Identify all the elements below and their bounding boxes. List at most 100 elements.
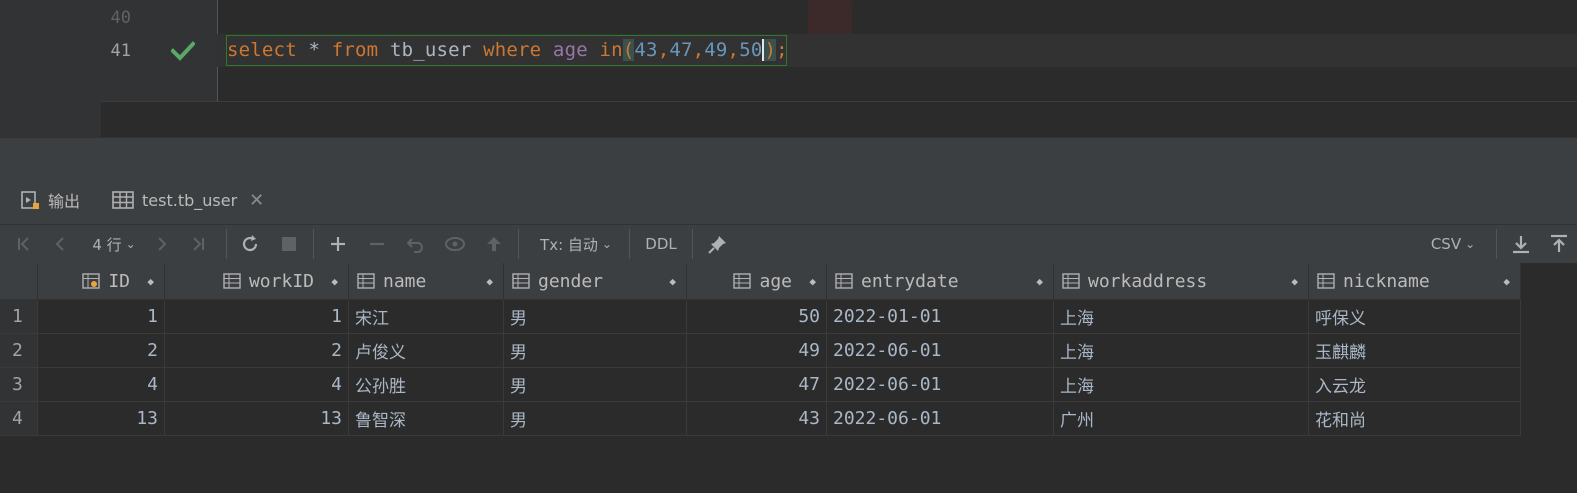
code-number: 49 — [704, 39, 728, 61]
row-number: 3 — [0, 368, 38, 402]
add-row-icon[interactable] — [326, 231, 350, 257]
toolbar-separator — [226, 229, 227, 259]
sort-icon[interactable]: ◆ — [486, 275, 493, 288]
tab-table-label: test.tb_user — [142, 190, 238, 210]
next-page-icon[interactable] — [150, 231, 174, 257]
sort-icon[interactable]: ◆ — [147, 275, 154, 288]
code-number: 47 — [669, 39, 693, 61]
ddl-button[interactable]: DDL — [643, 231, 679, 257]
keyword-select: select — [227, 39, 297, 61]
close-icon[interactable]: ✕ — [249, 190, 264, 211]
sort-icon[interactable]: ◆ — [1291, 275, 1298, 288]
last-page-icon[interactable] — [186, 231, 210, 257]
cell-id[interactable]: 13 — [38, 402, 165, 436]
sort-icon[interactable]: ◆ — [331, 275, 338, 288]
cell-entrydate[interactable]: 2022-06-01 — [827, 334, 1054, 368]
transaction-mode-dropdown[interactable]: Tx: 自动 ⌄ — [536, 231, 616, 257]
cell-id[interactable]: 2 — [38, 334, 165, 368]
cell-nickname[interactable]: 玉麒麟 — [1309, 334, 1521, 368]
column-header-nickname[interactable]: nickname ◆ — [1309, 263, 1521, 299]
cell-name[interactable]: 鲁智深 — [349, 402, 504, 436]
cell-workid[interactable]: 4 — [165, 368, 349, 402]
cell-workaddress[interactable]: 上海 — [1054, 334, 1309, 368]
cell-name[interactable]: 公孙胜 — [349, 368, 504, 402]
cell-workaddress[interactable]: 上海 — [1054, 368, 1309, 402]
export-format-dropdown[interactable]: CSV ⌄ — [1428, 231, 1478, 257]
cell-workid[interactable]: 2 — [165, 334, 349, 368]
column-label: gender — [538, 270, 604, 292]
row-count-label: 4 行 — [92, 235, 122, 254]
revert-icon[interactable] — [404, 231, 428, 257]
sort-icon[interactable]: ◆ — [669, 275, 676, 288]
column-icon — [223, 273, 241, 289]
chevron-down-icon: ⌄ — [125, 237, 136, 251]
column-icon — [1317, 273, 1335, 289]
cell-nickname[interactable]: 呼保义 — [1309, 300, 1521, 334]
preview-changes-icon[interactable] — [442, 231, 468, 257]
column-label: workID — [248, 270, 314, 292]
table-row[interactable]: 2 2 2 卢俊义 男 49 2022-06-01 上海 玉麒麟 — [0, 334, 1521, 368]
cell-id[interactable]: 4 — [38, 368, 165, 402]
column-header-age[interactable]: age ◆ — [687, 263, 827, 299]
cell-age[interactable]: 50 — [687, 300, 827, 334]
check-icon[interactable] — [171, 40, 195, 62]
cell-workaddress[interactable]: 上海 — [1054, 300, 1309, 334]
column-header-workid[interactable]: workID ◆ — [165, 263, 349, 299]
cell-age[interactable]: 49 — [687, 334, 827, 368]
delete-row-icon[interactable] — [365, 231, 389, 257]
cell-nickname[interactable]: 花和尚 — [1309, 402, 1521, 436]
column-header-workaddress[interactable]: workaddress ◆ — [1054, 263, 1309, 299]
cell-entrydate[interactable]: 2022-01-01 — [827, 300, 1054, 334]
code-column-age: age — [541, 39, 600, 61]
download-icon[interactable] — [1508, 231, 1534, 257]
column-header-gender[interactable]: gender ◆ — [504, 263, 687, 299]
cell-workaddress[interactable]: 广州 — [1054, 402, 1309, 436]
row-count-dropdown[interactable]: 4 行 ⌄ — [88, 231, 140, 257]
cell-name[interactable]: 宋江 — [349, 300, 504, 334]
toolbar-separator — [518, 229, 519, 259]
cell-workid[interactable]: 13 — [165, 402, 349, 436]
cell-age[interactable]: 43 — [687, 402, 827, 436]
code-line-41[interactable]: select * from tb_user where age in(43,47… — [227, 39, 788, 61]
column-icon — [835, 273, 853, 289]
pin-icon[interactable] — [705, 231, 731, 257]
cell-gender[interactable]: 男 — [504, 300, 687, 334]
row-number-header — [0, 263, 38, 299]
cell-gender[interactable]: 男 — [504, 368, 687, 402]
panel-tabbar: 输出 test.tb_user ✕ — [0, 182, 1577, 262]
cell-entrydate[interactable]: 2022-06-01 — [827, 402, 1054, 436]
code-semicolon: ; — [776, 39, 788, 61]
column-header-name[interactable]: name ◆ — [349, 263, 504, 299]
column-label: name — [383, 270, 427, 292]
column-header-entrydate[interactable]: entrydate ◆ — [827, 263, 1054, 299]
first-page-icon[interactable] — [12, 231, 36, 257]
previous-page-icon[interactable] — [48, 231, 72, 257]
row-number: 2 — [0, 334, 38, 368]
table-row[interactable]: 4 13 13 鲁智深 男 43 2022-06-01 广州 花和尚 — [0, 402, 1521, 436]
sort-icon[interactable]: ◆ — [809, 275, 816, 288]
code-comma: , — [657, 39, 670, 61]
refresh-icon[interactable] — [237, 231, 263, 257]
cell-gender[interactable]: 男 — [504, 334, 687, 368]
cell-entrydate[interactable]: 2022-06-01 — [827, 368, 1054, 402]
sort-icon[interactable]: ◆ — [1036, 275, 1043, 288]
cell-id[interactable]: 1 — [38, 300, 165, 334]
column-header-id[interactable]: ID ◆ — [38, 263, 165, 299]
stop-icon[interactable] — [277, 231, 301, 257]
table-row[interactable]: 3 4 4 公孙胜 男 47 2022-06-01 上海 入云龙 — [0, 368, 1521, 402]
cell-workid[interactable]: 1 — [165, 300, 349, 334]
code-number: 50 — [739, 39, 765, 61]
table-row[interactable]: 1 1 1 宋江 男 50 2022-01-01 上海 呼保义 — [0, 300, 1521, 334]
tab-output[interactable]: 输出 — [20, 182, 80, 218]
cell-name[interactable]: 卢俊义 — [349, 334, 504, 368]
upload-icon[interactable] — [1546, 231, 1572, 257]
toolbar-separator — [1496, 229, 1497, 259]
cell-nickname[interactable]: 入云龙 — [1309, 368, 1521, 402]
cell-gender[interactable]: 男 — [504, 402, 687, 436]
cell-age[interactable]: 47 — [687, 368, 827, 402]
sql-editor[interactable]: 40 41 select * from tb_user where age in… — [0, 0, 1577, 138]
transaction-mode-label: Tx: 自动 — [540, 235, 598, 254]
submit-icon[interactable] — [482, 231, 506, 257]
tab-table-result[interactable]: test.tb_user ✕ — [112, 182, 264, 218]
sort-icon[interactable]: ◆ — [1503, 275, 1510, 288]
